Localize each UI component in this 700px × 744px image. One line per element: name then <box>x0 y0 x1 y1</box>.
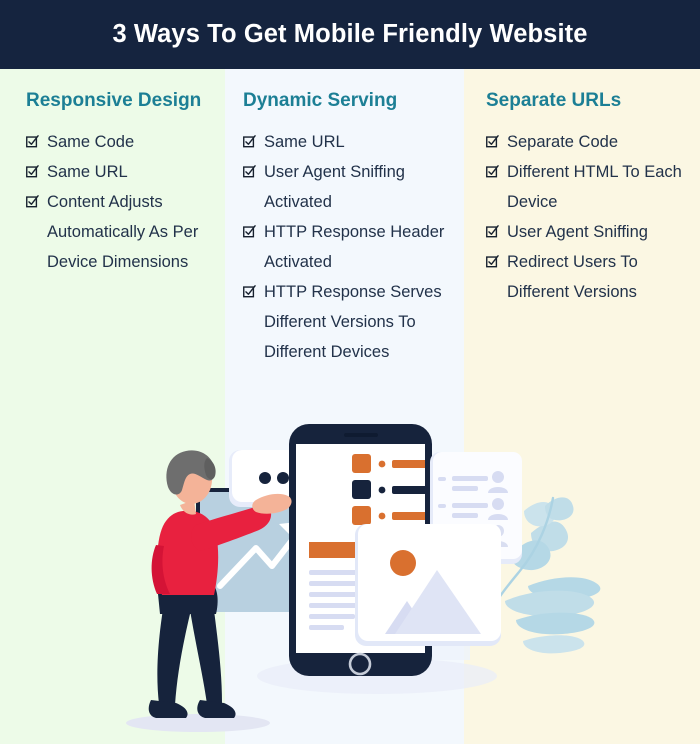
list-item: Redirect Users To Different Versions <box>486 247 691 307</box>
checkbox-checked-icon <box>243 217 257 247</box>
checkbox-checked-icon <box>243 127 257 157</box>
list-item-label: Different HTML To Each Device <box>507 163 682 211</box>
checkbox-checked-icon <box>26 187 40 217</box>
list-item-label: Redirect Users To Different Versions <box>507 253 638 301</box>
list-item-label: User Agent Sniffing Activated <box>264 163 405 211</box>
list-item-label: User Agent Sniffing <box>507 223 648 241</box>
list-item-label: Same Code <box>47 133 135 151</box>
checkbox-checked-icon <box>486 157 500 187</box>
feature-list-dynamic-serving: Same URL User Agent Sniffing Activated H… <box>243 112 458 367</box>
list-item-label: HTTP Response Serves Different Versions … <box>264 283 442 361</box>
list-item: HTTP Response Header Activated <box>243 217 458 277</box>
checkbox-checked-icon <box>26 157 40 187</box>
list-item: Separate Code <box>486 127 691 157</box>
infographic-root: 3 Ways To Get Mobile Friendly Website Re… <box>0 0 700 744</box>
column-dynamic-serving: Dynamic Serving Same URL User Agent Snif… <box>243 69 458 367</box>
page-title: 3 Ways To Get Mobile Friendly Website <box>112 20 588 48</box>
list-item: Different HTML To Each Device <box>486 157 691 217</box>
column-heading-responsive-design: Responsive Design <box>26 90 202 111</box>
feature-list-separate-urls: Separate Code Different HTML To Each Dev… <box>486 112 691 307</box>
list-item-label: Content Adjusts Automatically As Per Dev… <box>47 193 199 271</box>
list-item: Same URL <box>26 157 226 187</box>
columns-container: Responsive Design Same Code Same URL Con… <box>0 69 700 409</box>
checkbox-checked-icon <box>243 157 257 187</box>
list-item: Same Code <box>26 127 226 157</box>
checkbox-checked-icon <box>243 277 257 307</box>
checkbox-checked-icon <box>486 127 500 157</box>
column-responsive-design: Responsive Design Same Code Same URL Con… <box>26 69 226 277</box>
list-item-label: Same URL <box>264 133 345 151</box>
column-heading-separate-urls: Separate URLs <box>486 90 622 111</box>
checkbox-checked-icon <box>486 217 500 247</box>
list-item-label: HTTP Response Header Activated <box>264 223 445 271</box>
feature-list-responsive-design: Same Code Same URL Content Adjusts Autom… <box>26 112 226 277</box>
list-item: User Agent Sniffing Activated <box>243 157 458 217</box>
checkbox-checked-icon <box>486 247 500 277</box>
checkbox-checked-icon <box>26 127 40 157</box>
column-heading-dynamic-serving: Dynamic Serving <box>243 90 398 111</box>
header-bar: 3 Ways To Get Mobile Friendly Website <box>0 0 700 69</box>
list-item: User Agent Sniffing <box>486 217 691 247</box>
list-item: HTTP Response Serves Different Versions … <box>243 277 458 367</box>
list-item: Same URL <box>243 127 458 157</box>
list-item-label: Same URL <box>47 163 128 181</box>
list-item-label: Separate Code <box>507 133 618 151</box>
column-separate-urls: Separate URLs Separate Code Different HT… <box>486 69 691 307</box>
list-item: Content Adjusts Automatically As Per Dev… <box>26 187 226 277</box>
